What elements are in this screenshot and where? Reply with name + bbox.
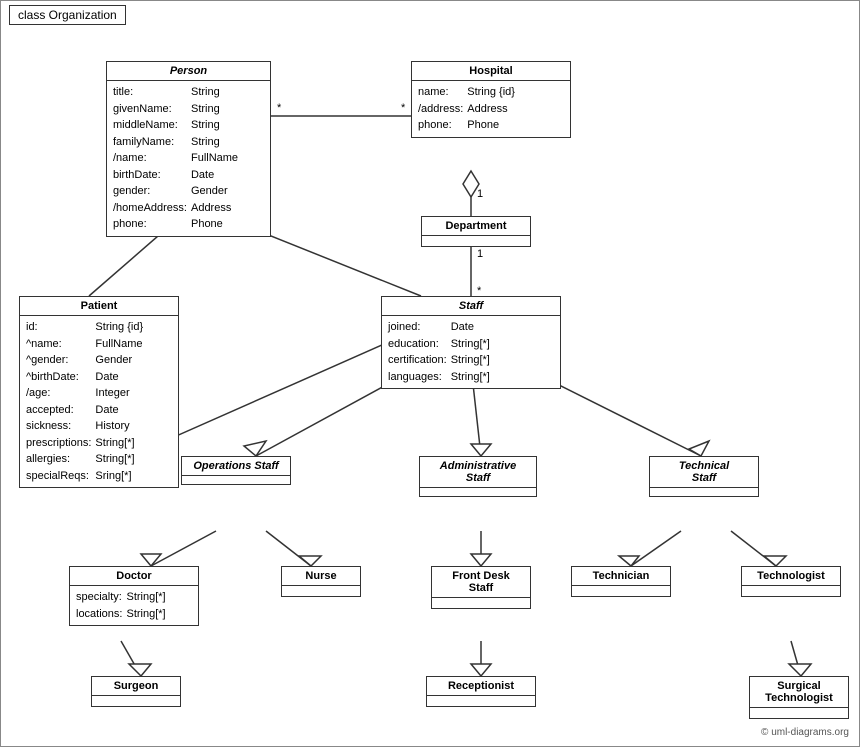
nurse-class: Nurse (281, 566, 361, 597)
person-title: Person (107, 62, 270, 81)
staff-body: joined:Date education:String[*] certific… (382, 316, 560, 388)
surgeon-title: Surgeon (92, 677, 180, 696)
hospital-class: Hospital name:String {id} /address:Addre… (411, 61, 571, 138)
doctor-class: Doctor specialty:String[*] locations:Str… (69, 566, 199, 626)
svg-text:1: 1 (477, 188, 483, 200)
staff-class: Staff joined:Date education:String[*] ce… (381, 296, 561, 389)
patient-class: Patient id:String {id} ^name:FullName ^g… (19, 296, 179, 488)
diagram-title: class Organization (9, 5, 126, 25)
technician-title: Technician (572, 567, 670, 586)
department-title: Department (422, 217, 530, 236)
technical-staff-class: TechnicalStaff (649, 456, 759, 497)
operations-staff-title: Operations Staff (182, 457, 290, 476)
front-desk-staff-class: Front DeskStaff (431, 566, 531, 609)
doctor-body: specialty:String[*] locations:String[*] (70, 586, 198, 625)
hospital-title: Hospital (412, 62, 570, 81)
staff-title: Staff (382, 297, 560, 316)
receptionist-title: Receptionist (427, 677, 535, 696)
svg-text:*: * (401, 102, 406, 114)
department-class: Department (421, 216, 531, 247)
technologist-class: Technologist (741, 566, 841, 597)
department-body (422, 236, 530, 246)
surgeon-class: Surgeon (91, 676, 181, 707)
nurse-title: Nurse (282, 567, 360, 586)
operations-staff-class: Operations Staff (181, 456, 291, 485)
administrative-staff-title: AdministrativeStaff (420, 457, 536, 488)
svg-text:*: * (277, 102, 282, 114)
person-body: title:String givenName:String middleName… (107, 81, 270, 236)
surgical-technologist-title: SurgicalTechnologist (750, 677, 848, 708)
doctor-title: Doctor (70, 567, 198, 586)
svg-text:1: 1 (477, 248, 483, 260)
diagram-container: class Organization * * 1 * 1 * * * (0, 0, 860, 747)
copyright: © uml-diagrams.org (761, 727, 849, 738)
administrative-staff-class: AdministrativeStaff (419, 456, 537, 497)
receptionist-class: Receptionist (426, 676, 536, 707)
technician-class: Technician (571, 566, 671, 597)
patient-body: id:String {id} ^name:FullName ^gender:Ge… (20, 316, 178, 487)
hospital-body: name:String {id} /address:Address phone:… (412, 81, 570, 137)
front-desk-staff-title: Front DeskStaff (432, 567, 530, 598)
patient-title: Patient (20, 297, 178, 316)
person-class: Person title:String givenName:String mid… (106, 61, 271, 237)
technical-staff-title: TechnicalStaff (650, 457, 758, 488)
surgical-technologist-class: SurgicalTechnologist (749, 676, 849, 719)
technologist-title: Technologist (742, 567, 840, 586)
